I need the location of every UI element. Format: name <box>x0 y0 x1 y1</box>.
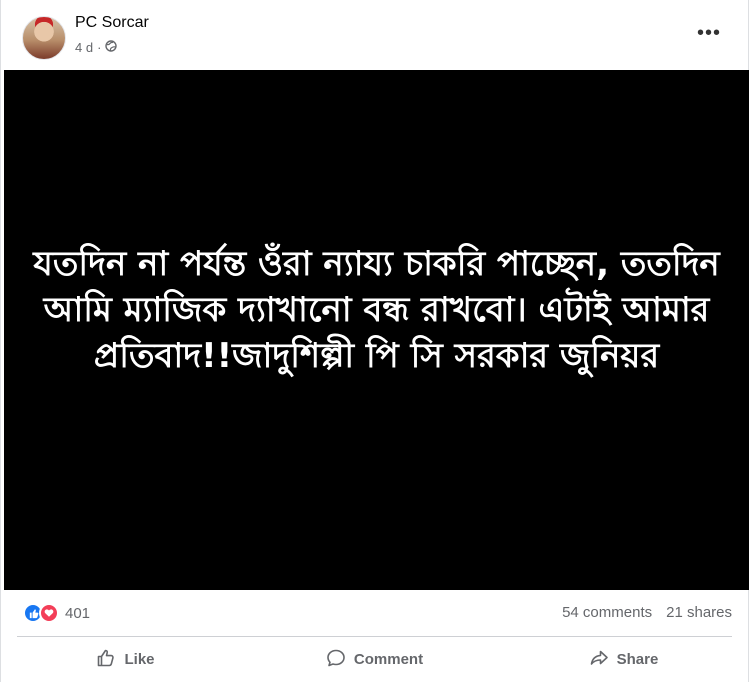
author-name[interactable]: PC Sorcar <box>75 14 149 32</box>
post-stats: 401 54 comments 21 shares <box>1 590 748 636</box>
facebook-post: PC Sorcar 4 d · ••• যতদিন না পর্যন্ত ওঁর… <box>0 0 749 682</box>
post-meta: 4 d · <box>75 40 118 55</box>
globe-icon <box>105 40 118 55</box>
love-reaction-icon <box>39 603 59 623</box>
avatar[interactable] <box>22 16 66 60</box>
thumbs-up-icon <box>96 648 116 672</box>
action-bar: Like Comment Share <box>1 637 748 682</box>
like-button[interactable]: Like <box>1 637 250 682</box>
image-text: যতদিন না পর্যন্ত ওঁরা ন্যায্য চাকরি পাচ্… <box>33 244 720 376</box>
post-header: PC Sorcar 4 d · ••• <box>1 0 748 70</box>
engagement-stats: 54 comments 21 shares <box>562 604 732 621</box>
comments-count[interactable]: 54 comments <box>562 604 652 621</box>
post-image[interactable]: যতদিন না পর্যন্ত ওঁরা ন্যায্য চাকরি পাচ্… <box>4 70 749 590</box>
more-options-button[interactable]: ••• <box>697 22 721 45</box>
comment-label: Comment <box>353 651 424 668</box>
post-time[interactable]: 4 d <box>75 40 93 55</box>
like-label: Like <box>124 651 155 668</box>
share-button[interactable]: Share <box>499 637 748 682</box>
reactions-summary[interactable]: 401 <box>23 603 90 623</box>
reactions-count: 401 <box>65 604 91 622</box>
meta-separator: · <box>97 40 102 55</box>
share-icon <box>589 648 609 672</box>
comment-button[interactable]: Comment <box>250 637 499 682</box>
shares-count[interactable]: 21 shares <box>666 604 732 621</box>
share-label: Share <box>616 651 659 668</box>
comment-icon <box>326 648 346 672</box>
